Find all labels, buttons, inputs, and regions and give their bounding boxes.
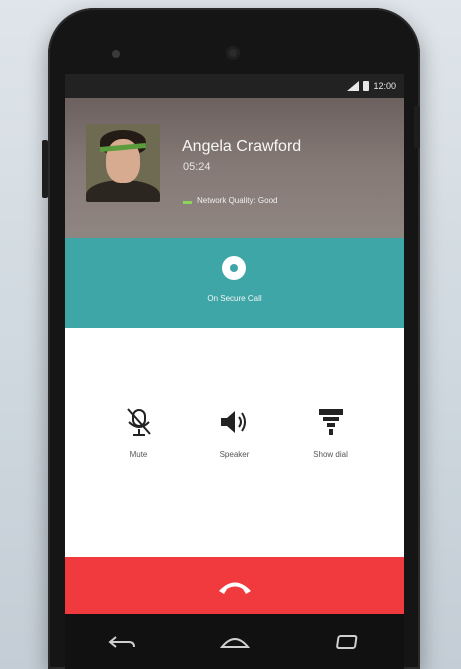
contact-avatar — [86, 124, 160, 202]
earpiece — [112, 50, 120, 58]
status-time: 12:00 — [373, 81, 396, 91]
show-dial-label: Show dial — [313, 450, 348, 459]
end-call-icon — [218, 582, 251, 594]
record-button[interactable] — [222, 256, 246, 280]
network-quality: Network Quality: Good — [183, 196, 277, 205]
home-button[interactable] — [215, 630, 255, 654]
back-icon — [107, 635, 135, 648]
volume-button — [42, 140, 48, 198]
call-controls: Mute Speaker Show dial — [65, 404, 404, 459]
contact-header: Angela Crawford 05:24 Network Quality: G… — [65, 98, 404, 238]
battery-icon — [363, 81, 370, 91]
recents-button[interactable] — [328, 630, 368, 654]
call-duration: 05:24 — [183, 161, 211, 173]
phone-frame: 12:00 Angela Crawford 05:24 Network Qual… — [42, 8, 420, 669]
call-screen: 12:00 Angela Crawford 05:24 Network Qual… — [65, 74, 404, 669]
speaker-button[interactable]: Speaker — [211, 404, 259, 459]
speaker-label: Speaker — [219, 450, 250, 459]
record-label: On Secure Call — [207, 294, 262, 303]
secure-call-panel: On Secure Call — [65, 238, 404, 328]
dialpad-icon — [318, 409, 343, 435]
mic-off-icon — [126, 408, 151, 436]
home-icon — [219, 637, 250, 648]
signal-icon — [347, 81, 360, 91]
record-icon — [230, 264, 238, 272]
mute-button[interactable]: Mute — [115, 404, 163, 459]
network-quality-text: Network Quality: Good — [197, 196, 278, 205]
navigation-bar — [65, 614, 404, 669]
show-dial-button[interactable]: Show dial — [307, 404, 355, 459]
speaker-icon — [220, 411, 246, 433]
network-quality-icon — [183, 198, 192, 204]
recents-icon — [335, 634, 357, 649]
mute-label: Mute — [129, 450, 148, 459]
back-button[interactable] — [102, 630, 142, 654]
end-call-button[interactable] — [65, 557, 404, 614]
contact-name: Angela Crawford — [182, 138, 302, 155]
front-camera — [226, 46, 240, 60]
power-button — [414, 106, 420, 148]
status-bar: 12:00 — [65, 74, 404, 98]
